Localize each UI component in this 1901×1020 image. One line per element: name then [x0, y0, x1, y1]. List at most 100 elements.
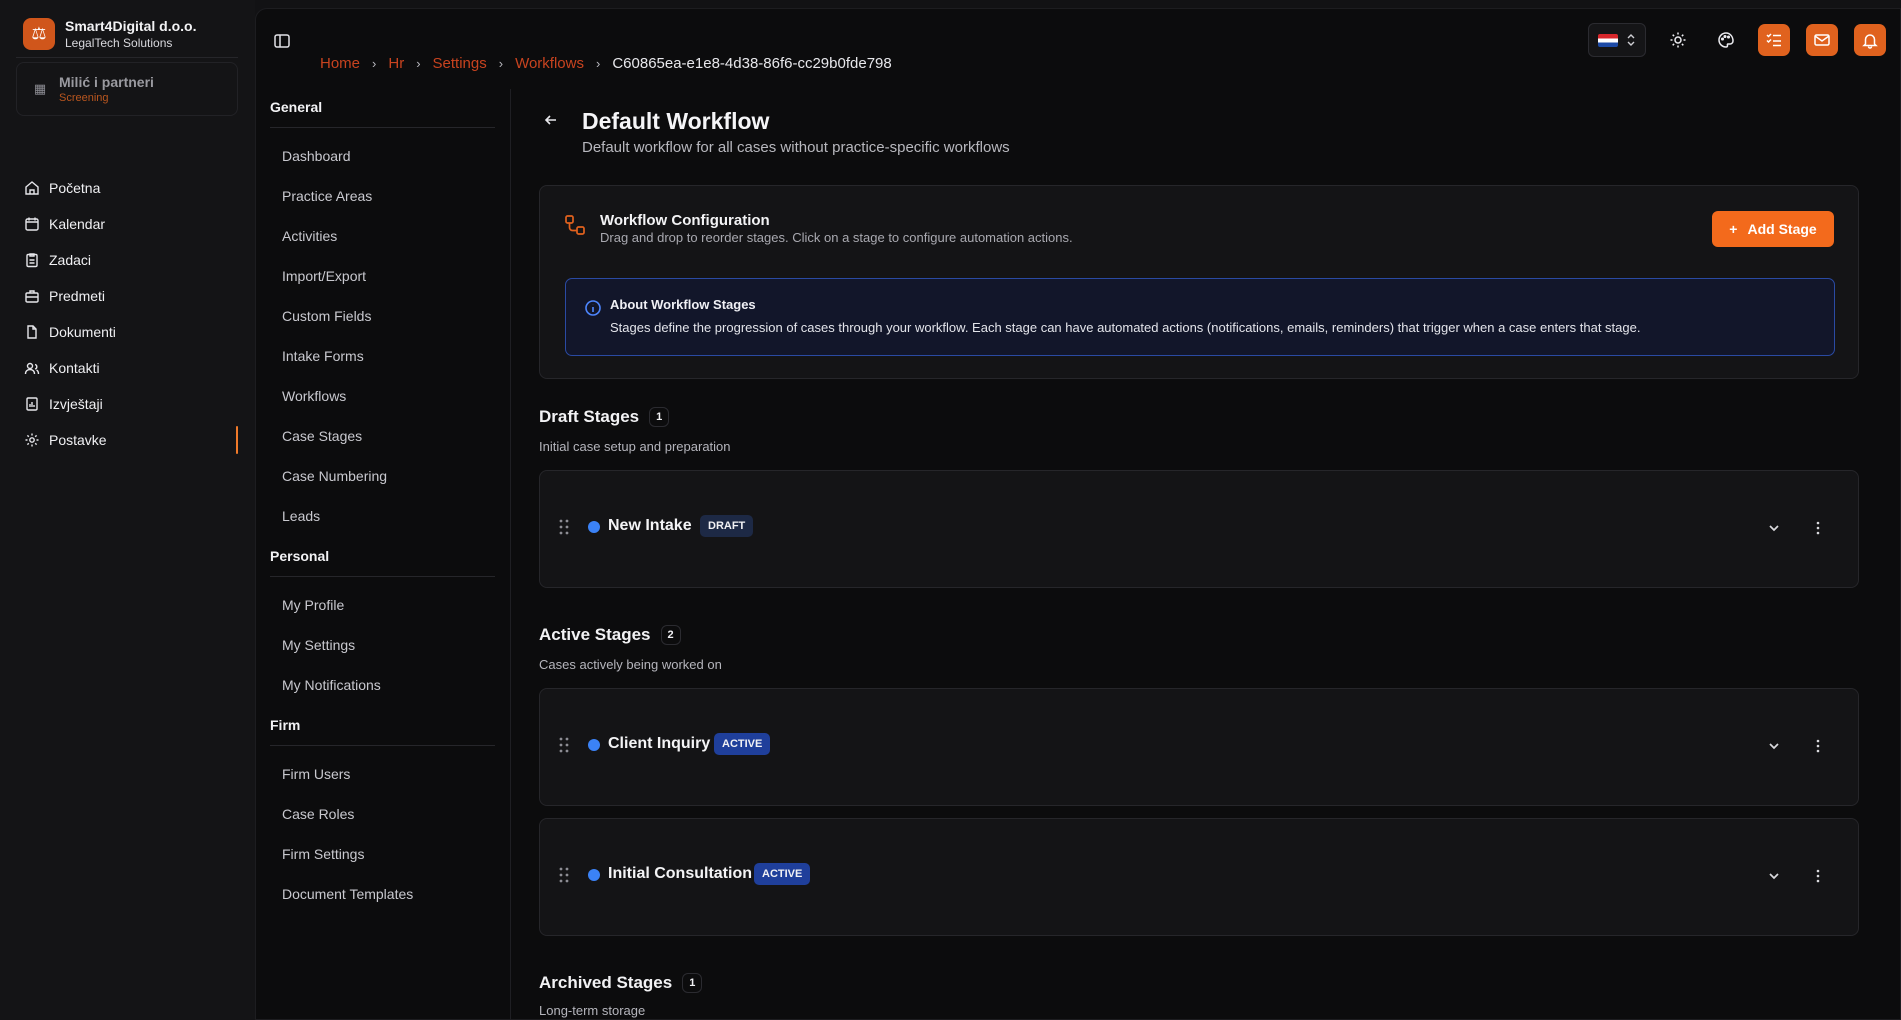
nav-item-postavke[interactable]: Postavke — [16, 422, 238, 458]
settings-group-general: General — [270, 99, 495, 128]
stage-status-badge: ACTIVE — [714, 733, 771, 755]
info-icon — [584, 299, 602, 317]
stage-name: New Intake — [608, 517, 692, 534]
firm-switcher[interactable]: ▦ Milić i partneri Screening — [16, 62, 238, 116]
workflow-content: Default Workflow Default workflow for al… — [510, 81, 1900, 1020]
chevron-right-icon: › — [372, 56, 377, 71]
workflow-config-card: Workflow Configuration Drag and drop to … — [539, 185, 1859, 379]
settings-link-case-stages[interactable]: Case Stages — [270, 416, 495, 456]
settings-link-dashboard[interactable]: Dashboard — [270, 136, 495, 176]
section-title-text: Active Stages — [539, 625, 651, 644]
org-subtitle: LegalTech Solutions — [65, 35, 173, 50]
more-vertical-icon[interactable] — [1810, 738, 1826, 754]
settings-link-import-export[interactable]: Import/Export — [270, 256, 495, 296]
add-stage-button[interactable]: + Add Stage — [1712, 211, 1834, 247]
breadcrumb-current: C60865ea-e1e8-4d38-86f6-cc29b0fde798 — [612, 55, 892, 72]
page-subtitle: Default workflow for all cases without p… — [582, 139, 1010, 156]
workflow-icon — [564, 214, 586, 236]
settings-link-my-notifications[interactable]: My Notifications — [270, 665, 495, 705]
nav-item-kalendar[interactable]: Kalendar — [16, 206, 238, 242]
archived-section-subtitle: Long-term storage — [539, 1003, 646, 1018]
drag-handle-icon[interactable] — [558, 518, 572, 536]
add-stage-label: Add Stage — [1747, 221, 1817, 237]
config-title: Workflow Configuration — [600, 212, 770, 229]
section-title-text: Archived Stages — [539, 973, 673, 992]
nav-item-pocetna[interactable]: Početna — [16, 170, 238, 206]
drag-handle-icon[interactable] — [558, 866, 572, 884]
breadcrumb-settings[interactable]: Settings — [433, 55, 487, 72]
more-vertical-icon[interactable] — [1810, 868, 1826, 884]
stage-card-new-intake[interactable]: New Intake DRAFT — [539, 470, 1859, 588]
gear-icon — [24, 432, 40, 448]
users-icon — [24, 360, 40, 376]
mail-button[interactable] — [1806, 24, 1838, 56]
tasks-button[interactable] — [1758, 24, 1790, 56]
stage-status-badge: DRAFT — [700, 515, 754, 537]
active-section-title: Active Stages 2 — [539, 625, 681, 645]
breadcrumb-home[interactable]: Home — [320, 55, 360, 72]
chevron-updown-icon — [1627, 34, 1635, 46]
bell-icon — [1862, 34, 1878, 49]
org-switcher[interactable]: ⚖ Smart4Digital d.o.o. LegalTech Solutio… — [16, 10, 238, 58]
nav-label: Izvještaji — [49, 396, 103, 412]
settings-link-intake-forms[interactable]: Intake Forms — [270, 336, 495, 376]
chevron-right-icon: › — [595, 56, 601, 71]
topbar: Home › Hr › Settings › Workflows › C6086… — [256, 9, 1901, 81]
stage-card-initial-consultation[interactable]: Initial Consultation ACTIVE — [539, 818, 1859, 936]
section-count-badge: 1 — [682, 973, 703, 993]
nav-item-dokumenti[interactable]: Dokumenti — [16, 314, 238, 350]
nav-item-izvjestaji[interactable]: Izvještaji — [16, 386, 238, 422]
config-subtitle: Drag and drop to reorder stages. Click o… — [600, 230, 1073, 245]
settings-link-case-numbering[interactable]: Case Numbering — [270, 456, 495, 496]
nav-label: Kontakti — [49, 360, 100, 376]
sidebar-toggle-icon[interactable] — [273, 32, 293, 52]
settings-link-firm-users[interactable]: Firm Users — [270, 754, 495, 794]
settings-link-my-settings[interactable]: My Settings — [270, 625, 495, 665]
settings-link-case-roles[interactable]: Case Roles — [270, 794, 495, 834]
stage-color-dot — [588, 739, 600, 751]
chevron-down-icon[interactable] — [1766, 868, 1782, 884]
stage-color-dot — [588, 869, 600, 881]
section-count-badge: 2 — [660, 625, 681, 645]
croatia-flag-icon — [1598, 33, 1618, 47]
settings-link-firm-settings[interactable]: Firm Settings — [270, 834, 495, 874]
breadcrumb-hr[interactable]: Hr — [388, 55, 404, 72]
drag-handle-icon[interactable] — [558, 736, 572, 754]
nav-label: Kalendar — [49, 216, 106, 232]
stage-card-client-inquiry[interactable]: Client Inquiry ACTIVE — [539, 688, 1859, 806]
chevron-down-icon[interactable] — [1766, 738, 1782, 754]
report-icon — [24, 396, 40, 412]
settings-link-workflows[interactable]: Workflows — [270, 376, 495, 416]
palette-icon — [1718, 32, 1734, 48]
palette-button[interactable] — [1710, 24, 1742, 56]
theme-toggle-button[interactable] — [1662, 24, 1694, 56]
back-arrow-icon[interactable] — [540, 109, 562, 131]
calendar-icon — [24, 216, 40, 232]
nav-item-kontakti[interactable]: Kontakti — [16, 350, 238, 386]
nav-label: Dokumenti — [49, 324, 116, 340]
draft-section-title: Draft Stages 1 — [539, 407, 670, 427]
plus-icon: + — [1729, 221, 1738, 237]
archived-section-title: Archived Stages 1 — [539, 973, 703, 993]
settings-link-practice-areas[interactable]: Practice Areas — [270, 176, 495, 216]
chevron-down-icon[interactable] — [1766, 520, 1782, 536]
breadcrumb-workflows[interactable]: Workflows — [515, 55, 584, 72]
org-name: Smart4Digital d.o.o. — [65, 17, 197, 34]
language-select[interactable] — [1588, 23, 1646, 57]
active-section-subtitle: Cases actively being worked on — [539, 657, 722, 672]
settings-link-my-profile[interactable]: My Profile — [270, 585, 495, 625]
briefcase-icon — [24, 288, 40, 304]
notifications-button[interactable] — [1854, 24, 1886, 56]
settings-link-custom-fields[interactable]: Custom Fields — [270, 296, 495, 336]
settings-link-document-templates[interactable]: Document Templates — [270, 874, 495, 914]
stage-status-badge: ACTIVE — [754, 863, 811, 885]
nav-item-zadaci[interactable]: Zadaci — [16, 242, 238, 278]
chevron-right-icon: › — [498, 56, 504, 71]
sidebar: ⚖ Smart4Digital d.o.o. LegalTech Solutio… — [0, 0, 255, 1020]
settings-link-activities[interactable]: Activities — [270, 216, 495, 256]
nav-item-predmeti[interactable]: Predmeti — [16, 278, 238, 314]
settings-link-leads[interactable]: Leads — [270, 496, 495, 536]
mail-icon — [1814, 34, 1830, 46]
settings-group-firm: Firm — [270, 717, 495, 746]
more-vertical-icon[interactable] — [1810, 520, 1826, 536]
